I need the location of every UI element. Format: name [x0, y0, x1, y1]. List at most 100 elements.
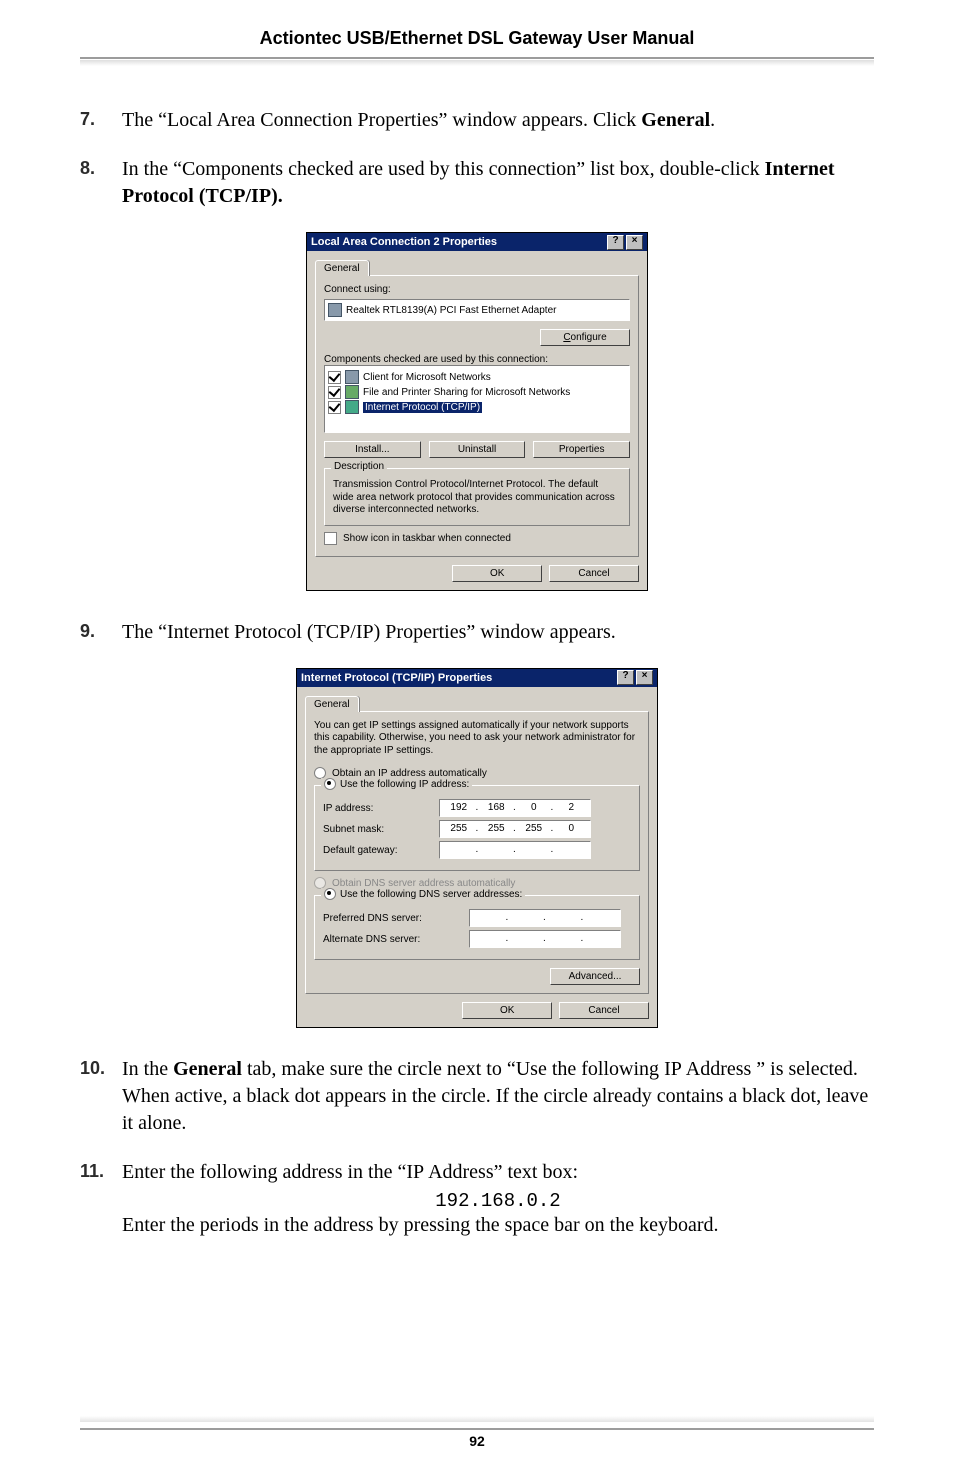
list-buttons: Install... Uninstall Properties [324, 441, 630, 458]
tcpip-icon [345, 400, 359, 414]
checkbox-icon[interactable] [328, 401, 341, 414]
help-icon[interactable]: ? [607, 235, 624, 250]
ip-octet: 255 [515, 821, 553, 837]
close-icon[interactable]: × [626, 235, 643, 250]
dialog-title: Local Area Connection 2 Properties [311, 233, 605, 251]
preferred-dns-field[interactable] [469, 909, 621, 927]
dialog-title: Internet Protocol (TCP/IP) Properties [301, 669, 615, 687]
step-7: 7. The “Local Area Connection Properties… [80, 107, 874, 134]
dialog-buttons: OK Cancel [315, 565, 639, 582]
text: Enter the following address in the “ [122, 1161, 406, 1183]
text: In the [122, 1058, 173, 1080]
label-gateway: Default gateway: [323, 845, 433, 856]
manual-title: Actiontec USB/Ethernet DSL Gateway User … [80, 28, 874, 49]
ip-octet [545, 910, 583, 926]
term-ip: IP [406, 1161, 424, 1183]
default-gateway-field[interactable] [439, 841, 591, 859]
advanced-button[interactable]: Advanced... [550, 968, 640, 985]
list-item[interactable]: File and Printer Sharing for Microsoft N… [328, 385, 626, 399]
dialog-tcpip: Internet Protocol (TCP/IP) Properties ? … [296, 668, 658, 1029]
tab-general[interactable]: General [305, 696, 359, 712]
ip-octet: 168 [478, 800, 516, 816]
group-legend: Use the following IP address: [321, 778, 472, 790]
use-ip-group: Use the following IP address: IP address… [314, 785, 640, 871]
ip-octet: 2 [553, 800, 591, 816]
alternate-dns-row: Alternate DNS server: [323, 930, 631, 948]
step-9: 9. The “Internet Protocol (TCP/IP) Prope… [80, 619, 874, 646]
step-8: 8. In the “Components checked are used b… [80, 156, 874, 210]
step-number: 11. [80, 1159, 122, 1186]
subnet-mask-field[interactable]: 255 255 255 0 [439, 820, 591, 838]
label-ip: IP address: [323, 803, 433, 814]
ip-address-field[interactable]: 192 168 0 2 [439, 799, 591, 817]
label-alternate-dns: Alternate DNS server: [323, 934, 463, 945]
list-item[interactable]: Client for Microsoft Networks [328, 370, 626, 384]
step-number: 8. [80, 156, 122, 210]
term-general: General [641, 109, 710, 131]
ip-octet [583, 931, 621, 947]
blurb-text: You can get IP settings assigned automat… [314, 720, 640, 758]
uninstall-button[interactable]: Uninstall [429, 441, 526, 458]
ip-octet: 255 [440, 821, 478, 837]
ip-octet [583, 910, 621, 926]
step-11-tail: Enter the periods in the address by pres… [122, 1212, 874, 1239]
step-10: 10. In the General tab, make sure the ci… [80, 1056, 874, 1137]
ip-octet: 0 [553, 821, 591, 837]
text: . [710, 109, 715, 131]
page-number: 92 [0, 1433, 954, 1449]
ok-button[interactable]: OK [452, 565, 542, 582]
text: In the “Components checked are used by t… [122, 158, 765, 180]
dialog-lac: Local Area Connection 2 Properties ? × G… [306, 232, 648, 591]
ok-button[interactable]: OK [462, 1002, 552, 1019]
install-button[interactable]: Install... [324, 441, 421, 458]
close-icon[interactable]: × [636, 670, 653, 685]
footer-shade [80, 1416, 874, 1422]
radio-label: Obtain DNS server address automatically [332, 878, 515, 889]
step-body: In the “Components checked are used by t… [122, 156, 874, 210]
components-listbox[interactable]: Client for Microsoft Networks File and P… [324, 365, 630, 433]
preferred-dns-row: Preferred DNS server: [323, 909, 631, 927]
ip-octet: 192 [440, 800, 478, 816]
cancel-button[interactable]: Cancel [549, 565, 639, 582]
step-number: 7. [80, 107, 122, 134]
cancel-button[interactable]: Cancel [559, 1002, 649, 1019]
group-legend: Description [331, 461, 387, 472]
panel-general: You can get IP settings assigned automat… [305, 711, 649, 995]
ip-octet [508, 931, 546, 947]
alternate-dns-field[interactable] [469, 930, 621, 948]
text: The “Local Area Connection Properties” w… [122, 109, 641, 131]
text: ) Properties” window appears. [374, 621, 616, 643]
radio-use-ip[interactable] [324, 778, 336, 790]
use-dns-group: Use the following DNS server addresses: … [314, 895, 640, 960]
term-general: General [173, 1058, 242, 1080]
label-preferred-dns: Preferred DNS server: [323, 913, 463, 924]
radio-label: Obtain an IP address automatically [332, 768, 487, 779]
header-divider [80, 57, 874, 67]
list-item[interactable]: Internet Protocol (TCP/IP) [328, 400, 626, 414]
step-body: Enter the following address in the “IP A… [122, 1159, 874, 1186]
advanced-row: Advanced... [314, 968, 640, 985]
dialog-body: General You can get IP settings assigned… [297, 687, 657, 1028]
tab-general[interactable]: General [315, 260, 369, 276]
radio-use-dns[interactable] [324, 888, 336, 900]
properties-button[interactable]: Properties [533, 441, 630, 458]
show-icon-row: Show icon in taskbar when connected [324, 532, 630, 545]
step-11-code: 192.168.0.2 [122, 1190, 874, 1212]
ip-octet: 255 [478, 821, 516, 837]
dialog-body: General Connect using: Realtek RTL8139(A… [307, 251, 647, 590]
titlebar: Local Area Connection 2 Properties ? × [307, 233, 647, 251]
description-text: Transmission Control Protocol/Internet P… [333, 479, 621, 517]
help-icon[interactable]: ? [617, 670, 634, 685]
screenshot-tcpip-properties: Internet Protocol (TCP/IP) Properties ? … [80, 668, 874, 1029]
term-tcpip: TCP/IP [314, 621, 374, 643]
item-label-selected: Internet Protocol (TCP/IP) [363, 402, 482, 413]
ip-octet [440, 842, 478, 858]
show-icon-checkbox[interactable] [324, 532, 337, 545]
screenshot-lac-properties: Local Area Connection 2 Properties ? × G… [80, 232, 874, 591]
checkbox-icon[interactable] [328, 386, 341, 399]
titlebar: Internet Protocol (TCP/IP) Properties ? … [297, 669, 657, 687]
checkbox-icon[interactable] [328, 371, 341, 384]
step-11: 11. Enter the following address in the “… [80, 1159, 874, 1186]
adapter-name: Realtek RTL8139(A) PCI Fast Ethernet Ada… [346, 305, 556, 316]
configure-button[interactable]: Configure [540, 329, 630, 346]
